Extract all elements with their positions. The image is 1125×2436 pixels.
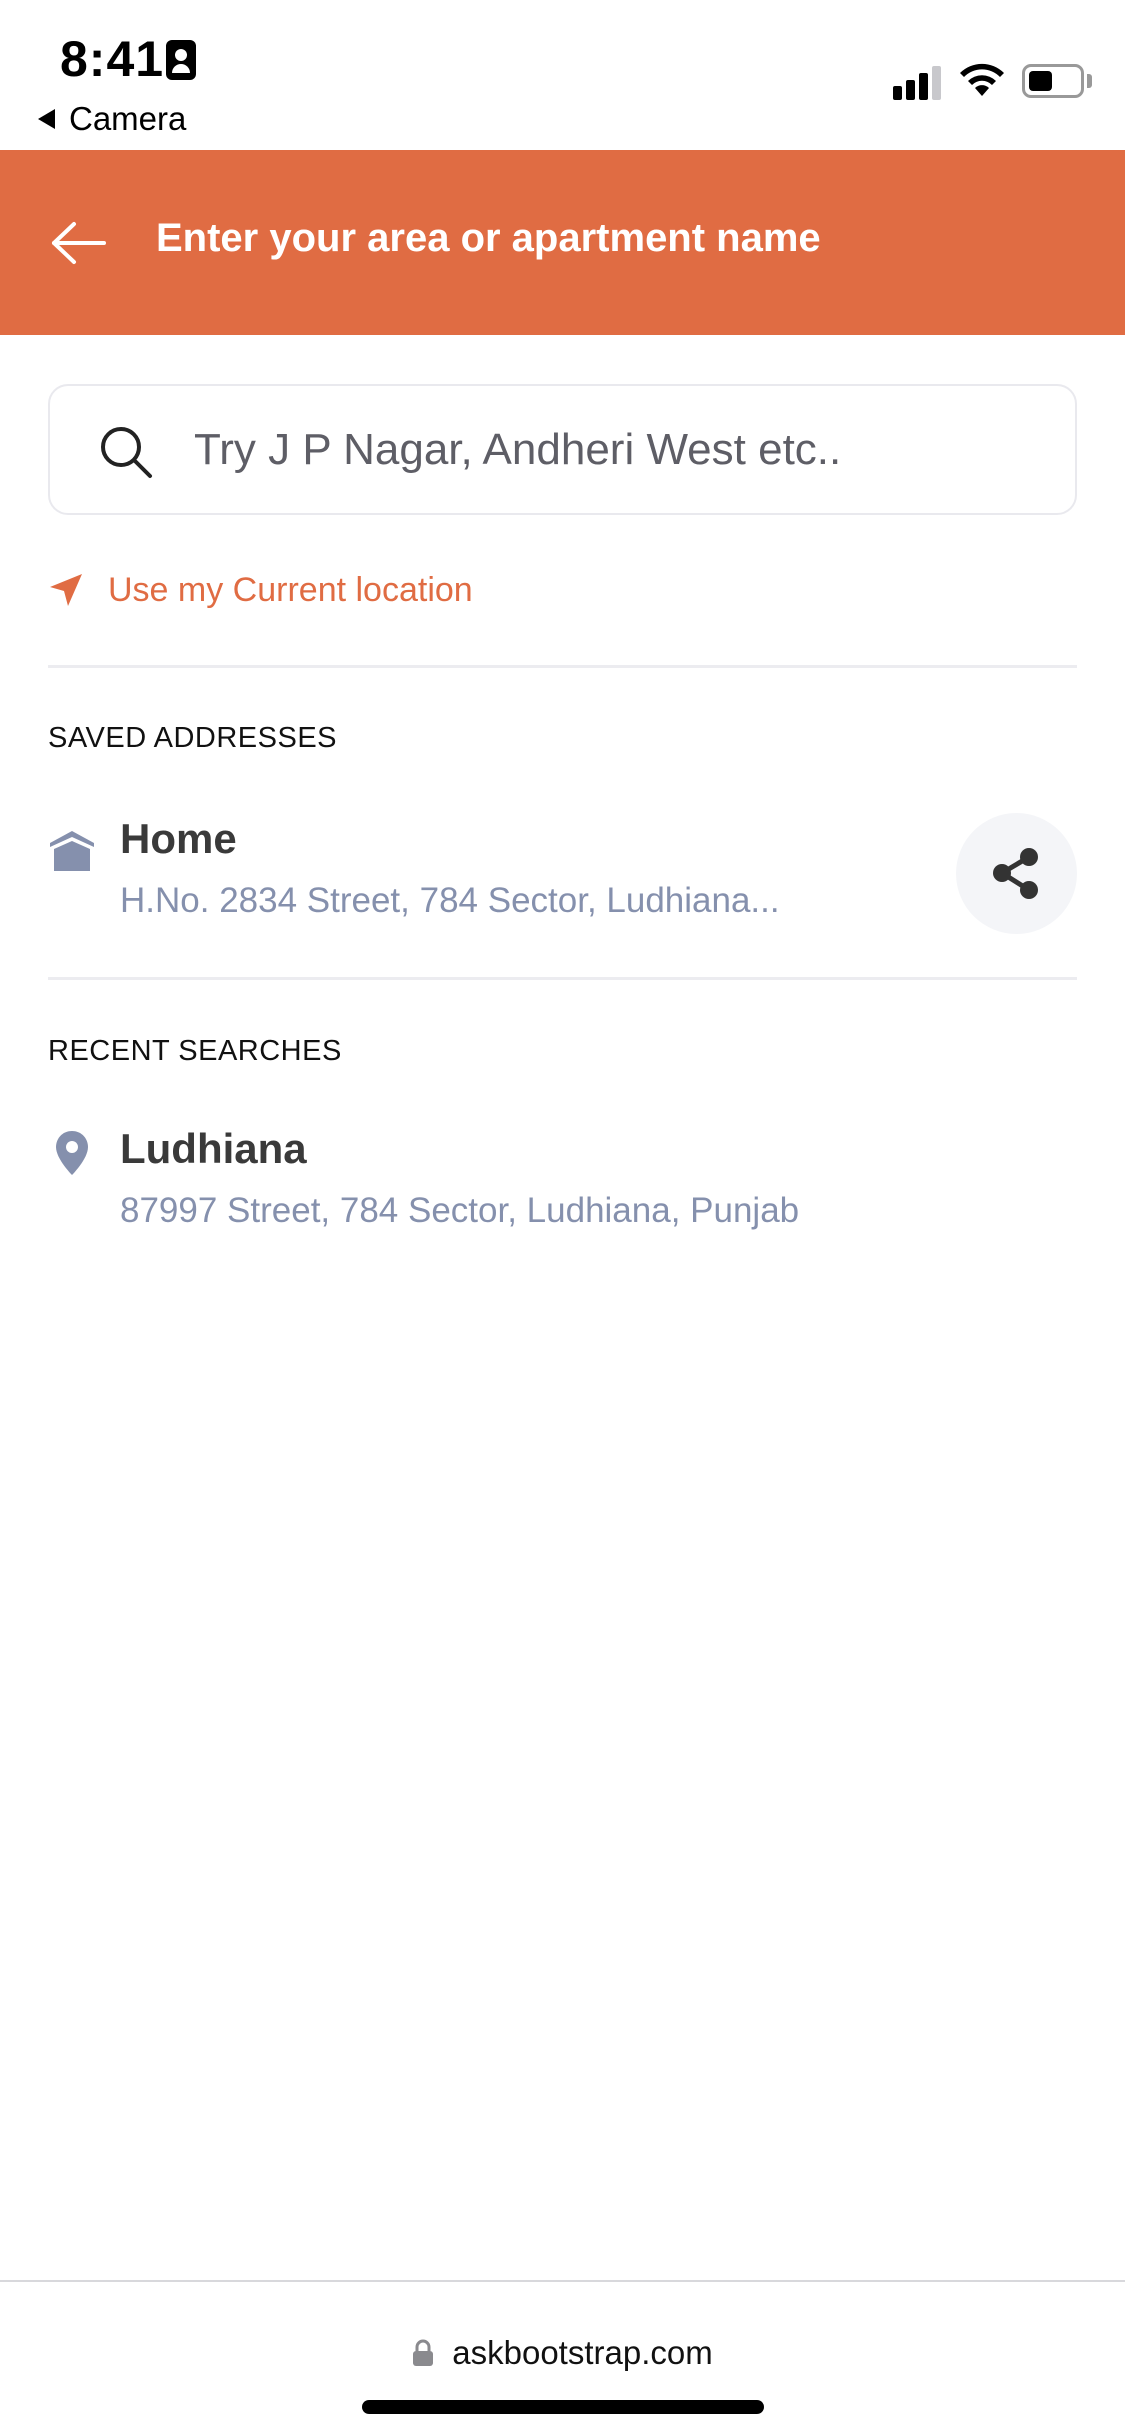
home-icon (50, 831, 94, 871)
url-bar[interactable]: askbootstrap.com (0, 2334, 1125, 2372)
back-to-app-link[interactable]: Camera (38, 100, 186, 138)
wifi-icon (960, 63, 1004, 96)
address-title: Home (120, 815, 237, 862)
battery-tip (1087, 74, 1092, 88)
share-icon (993, 848, 1038, 899)
divider (48, 977, 1077, 980)
share-button[interactable] (956, 813, 1077, 934)
address-title: Ludhiana (120, 1125, 307, 1172)
divider (48, 665, 1077, 668)
search-input[interactable] (192, 386, 1052, 513)
saved-address-item[interactable]: Home H.No. 2834 Street, 784 Sector, Ludh… (48, 813, 1077, 945)
status-bar: 8:41 Camera (0, 0, 1125, 150)
battery-level (1029, 71, 1052, 91)
page-title: Enter your area or apartment name (156, 216, 821, 260)
use-current-location-button[interactable]: Use my Current location (48, 565, 473, 615)
back-arrow-icon[interactable] (50, 220, 106, 266)
location-arrow-icon (50, 574, 82, 606)
contact-badge-icon (166, 40, 196, 80)
current-location-label: Use my Current location (108, 570, 473, 609)
recent-searches-heading: RECENT SEARCHES (48, 1035, 342, 1067)
home-indicator[interactable] (362, 2400, 764, 2414)
cellular-signal-icon (893, 64, 943, 100)
url-text: askbootstrap.com (452, 2334, 713, 2371)
browser-bottom-bar: askbootstrap.com (0, 2280, 1125, 2436)
search-icon (101, 427, 152, 478)
back-caret-icon (38, 109, 55, 129)
lock-icon (413, 2339, 434, 2366)
map-pin-icon (56, 1131, 88, 1175)
status-time: 8:41 (60, 31, 165, 87)
saved-addresses-heading: SAVED ADDRESSES (48, 722, 338, 754)
recent-search-item[interactable]: Ludhiana 87997 Street, 784 Sector, Ludhi… (48, 1125, 1077, 1255)
search-box[interactable] (48, 384, 1077, 515)
address-detail: H.No. 2834 Street, 784 Sector, Ludhiana.… (120, 881, 780, 920)
address-detail: 87997 Street, 784 Sector, Ludhiana, Punj… (120, 1191, 800, 1230)
battery-icon (1022, 64, 1084, 98)
back-app-label: Camera (69, 100, 187, 137)
app-header: Enter your area or apartment name (0, 150, 1125, 335)
